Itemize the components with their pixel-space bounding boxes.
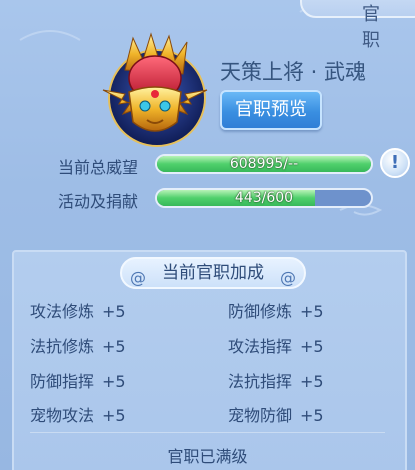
rank-title: 天策上将 · 武魂 (220, 60, 367, 84)
window-title-tab: 官 职 (300, 0, 415, 51)
rank-max-status: 官职已满级 (167, 447, 248, 466)
bonus-item: 防御修炼 +5 (228, 302, 324, 321)
rank-preview-button[interactable]: 官职预览 (220, 90, 322, 130)
rank-bonus-title-text: 当前官职加成 (162, 263, 264, 283)
bonus-item: 攻法指挥 +5 (228, 337, 324, 356)
curl-right-icon: @ (280, 268, 296, 287)
activity-donation-value: 443/600 (234, 190, 294, 206)
bonus-item: 宠物攻法 +5 (30, 406, 126, 425)
bonus-item: 宠物防御 +5 (228, 406, 324, 425)
activity-donation-bar: 443/600 (155, 188, 373, 208)
total-prestige-value: 608995/-- (229, 156, 299, 172)
total-prestige-label: 当前总威望 (58, 158, 139, 177)
panel-divider (30, 432, 385, 433)
window-title: 官 职 (362, 4, 390, 51)
activity-donation-label: 活动及捐献 (58, 192, 139, 211)
golden-helmet-emblem-icon (102, 32, 208, 147)
bonus-item: 攻法修炼 +5 (30, 302, 126, 321)
bonus-item: 法抗指挥 +5 (228, 372, 324, 391)
info-icon[interactable]: ! (380, 148, 410, 178)
bonus-item: 防御指挥 +5 (30, 372, 126, 391)
rank-bonus-title: @ 当前官职加成 @ (120, 257, 306, 289)
curl-left-icon: @ (130, 268, 146, 287)
total-prestige-bar: 608995/-- (155, 154, 373, 174)
bonus-item: 法抗修炼 +5 (30, 337, 126, 356)
